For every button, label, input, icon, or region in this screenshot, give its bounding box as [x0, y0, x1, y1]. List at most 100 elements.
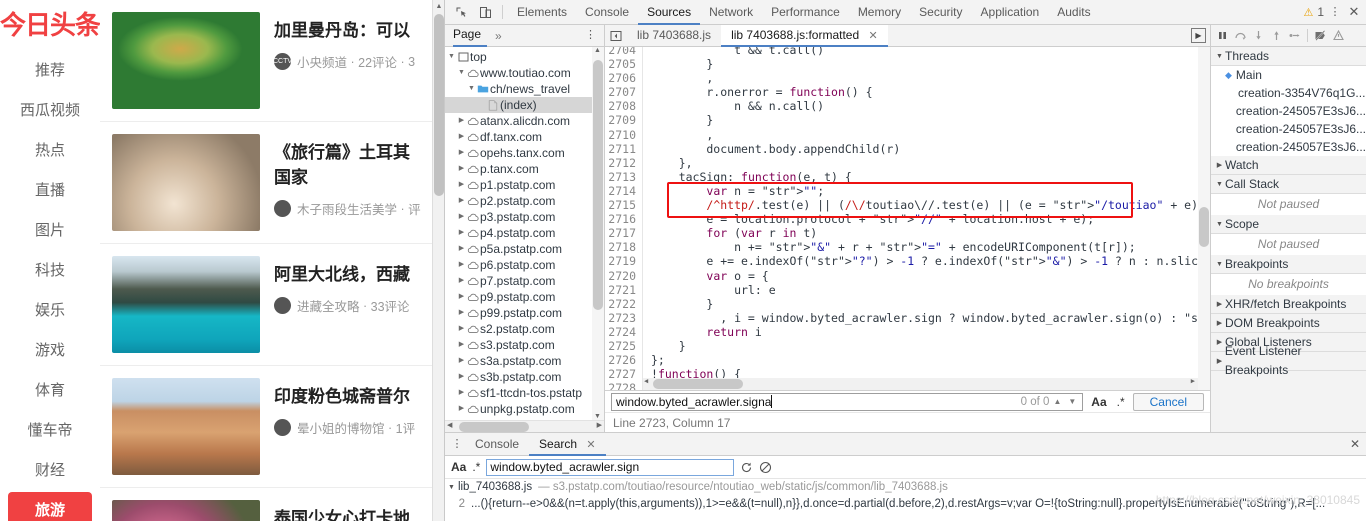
twisty-icon[interactable]: ▶	[457, 385, 466, 401]
tab-console[interactable]: Console	[576, 0, 638, 25]
code-line[interactable]: 2706 ,	[605, 71, 1210, 86]
find-match-case-button[interactable]: Aa	[1089, 395, 1108, 409]
debugger-thread-item[interactable]: ◆ Main	[1211, 66, 1366, 84]
twisty-icon[interactable]: ▶	[457, 161, 466, 177]
twisty-icon[interactable]: ▶	[1214, 333, 1225, 352]
tab-audits[interactable]: Audits	[1048, 0, 1099, 25]
find-regex-button[interactable]: .*	[1115, 395, 1127, 409]
debugger-section-header[interactable]: ▼ Call Stack	[1211, 175, 1366, 194]
tab-memory[interactable]: Memory	[849, 0, 910, 25]
twisty-icon[interactable]: ▶	[457, 321, 466, 337]
step-icon[interactable]	[1286, 26, 1303, 46]
close-tab-icon[interactable]: ✕	[869, 30, 878, 42]
search-input[interactable]: window.byted_acrawler.sign	[486, 458, 735, 476]
search-results[interactable]: ▼ lib_7403688.js — s3.pstatp.com/toutiao…	[445, 479, 1366, 521]
code-line[interactable]: 2718 n += "str">"&" + r + "str" > "=" + en…	[605, 240, 1210, 255]
code-line[interactable]: 2717 for (var r in t)	[605, 226, 1210, 241]
article-thumbnail[interactable]	[112, 256, 260, 353]
collapse-navigator-icon[interactable]	[605, 25, 627, 46]
nav-item-recommend[interactable]: 推荐	[8, 52, 92, 90]
file-tree-item[interactable]: ▶ p9.pstatp.com	[445, 289, 604, 305]
clear-icon[interactable]	[759, 461, 772, 474]
inspect-element-icon[interactable]	[449, 1, 473, 23]
file-tree-item[interactable]: ▶ p3.pstatp.com	[445, 209, 604, 225]
article-card[interactable]: 印度粉色城斋普尔 晕小姐的博物馆 · 1评	[100, 366, 433, 488]
code-line[interactable]: 2707 r.onerror = function() {	[605, 85, 1210, 100]
search-match-case-button[interactable]: Aa	[451, 460, 466, 474]
nav-item-sports[interactable]: 体育	[8, 372, 92, 410]
article-card[interactable]: 《旅行篇》土耳其 国家 木子雨段生活美学 · 评	[100, 122, 433, 244]
debugger-section-header[interactable]: ▼ Breakpoints	[1211, 255, 1366, 274]
toutiao-logo[interactable]: 今日头条	[0, 0, 101, 44]
twisty-icon[interactable]: ▶	[457, 337, 466, 353]
file-tree-item[interactable]: ▶ opehs.tanx.com	[445, 145, 604, 161]
twisty-icon[interactable]: ▼	[447, 49, 456, 65]
twisty-icon[interactable]: ▶	[457, 353, 466, 369]
debugger-section-header[interactable]: ▶ XHR/fetch Breakpoints	[1211, 295, 1366, 314]
nav-item-images[interactable]: 图片	[8, 212, 92, 250]
scrollbar-thumb[interactable]	[459, 422, 529, 432]
file-tree[interactable]: ▼ top ▼ www.toutiao.com ▼ ch/news_travel (inde…	[445, 47, 604, 420]
file-tree-item[interactable]: ▶ s2.pstatp.com	[445, 321, 604, 337]
scroll-left-icon[interactable]: ◀	[447, 421, 452, 429]
editor-vscrollbar[interactable]	[1198, 47, 1210, 390]
twisty-icon[interactable]: ▶	[457, 129, 466, 145]
article-title[interactable]: 泰国少女心打卡地 指南	[274, 506, 423, 521]
refresh-icon[interactable]	[740, 461, 753, 474]
nav-item-xigua-video[interactable]: 西瓜视频	[8, 92, 92, 130]
pause-icon[interactable]	[1214, 26, 1231, 46]
twisty-icon[interactable]: ▶	[457, 401, 466, 417]
article-title[interactable]: 阿里大北线，西藏	[274, 262, 423, 287]
debugger-thread-item[interactable]: creation-245057E3sJ6...	[1211, 120, 1366, 138]
twisty-icon[interactable]: ▶	[1214, 352, 1225, 371]
scroll-down-icon[interactable]: ▼	[594, 413, 601, 420]
twisty-icon[interactable]: ▼	[1214, 255, 1225, 274]
devtools-menu-icon[interactable]: ⋮	[1328, 1, 1342, 23]
code-line[interactable]: 2704 t && t.call()	[605, 47, 1210, 58]
code-line[interactable]: 2725 }	[605, 338, 1210, 354]
editor-tab-lib-formatted[interactable]: lib 7403688.js:formatted ✕	[721, 24, 888, 47]
article-title[interactable]: 《旅行篇》土耳其 国家	[274, 140, 423, 190]
debugger-section-header[interactable]: ▼ Threads	[1211, 47, 1366, 66]
code-line[interactable]: 2710 ,	[605, 127, 1210, 142]
twisty-icon[interactable]: ▶	[457, 241, 466, 257]
find-next-icon[interactable]: ▼	[1068, 397, 1076, 406]
file-tree-item[interactable]: ▶ s3a.pstatp.com	[445, 353, 604, 369]
code-line[interactable]: 2721 url: e	[605, 282, 1210, 297]
nav-item-travel[interactable]: 旅游	[8, 492, 92, 521]
close-tab-icon[interactable]: ✕	[586, 439, 595, 451]
twisty-icon[interactable]: ▶	[457, 145, 466, 161]
code-line[interactable]: 2720 var o = {	[605, 268, 1210, 283]
file-tree-item[interactable]: ▶ p5a.pstatp.com	[445, 241, 604, 257]
scroll-right-icon[interactable]: ▶	[1191, 377, 1195, 385]
code-line[interactable]: 2724 return i	[605, 324, 1210, 339]
scroll-left-icon[interactable]: ◀	[644, 377, 648, 385]
nav-item-auto[interactable]: 懂车帝	[8, 412, 92, 450]
toggle-device-toolbar-icon[interactable]	[473, 1, 497, 23]
code-line[interactable]: 2714 var n = "str">"";	[605, 183, 1210, 199]
twisty-icon[interactable]: ▼	[467, 81, 476, 97]
file-tree-item[interactable]: ▶ s3.pstatp.com	[445, 337, 604, 353]
nav-item-hotspot[interactable]: 热点	[8, 132, 92, 170]
article-title[interactable]: 印度粉色城斋普尔	[274, 384, 423, 409]
twisty-icon[interactable]: ▶	[457, 289, 466, 305]
twisty-icon[interactable]: ▶	[457, 177, 466, 193]
editor-hscrollbar[interactable]: ◀ ▶	[643, 377, 1198, 390]
nav-item-games[interactable]: 游戏	[8, 332, 92, 370]
article-card[interactable]: 加里曼丹岛：可以 CCTV 小央频道 · 22评论 · 3	[100, 0, 433, 122]
debugger-thread-item[interactable]: creation-3354V76q1G...	[1211, 84, 1366, 102]
file-tree-item[interactable]: ▶ s3b.pstatp.com	[445, 369, 604, 385]
pause-on-exceptions-icon[interactable]	[1330, 26, 1347, 46]
twisty-icon[interactable]: ▶	[1214, 156, 1225, 175]
file-tree-item[interactable]: ▶ p4.pstatp.com	[445, 225, 604, 241]
article-thumbnail[interactable]	[112, 378, 260, 475]
twisty-icon[interactable]: ▶	[457, 369, 466, 385]
navigator-more-tabs-icon[interactable]: »	[495, 29, 502, 43]
file-tree-item[interactable]: ▶ sf1-ttcdn-tos.pstatp	[445, 385, 604, 401]
code-line[interactable]: 2719 e += e.indexOf("str">"?") > -1 ? e.…	[605, 254, 1210, 269]
search-result-file[interactable]: ▼ lib_7403688.js — s3.pstatp.com/toutiao…	[445, 479, 1366, 496]
debugger-thread-item[interactable]: creation-245057E3sJ6...	[1211, 102, 1366, 120]
debugger-section-header[interactable]: ▶ Watch	[1211, 156, 1366, 175]
twisty-icon[interactable]: ▶	[457, 225, 466, 241]
scrollbar-thumb[interactable]	[434, 14, 444, 196]
